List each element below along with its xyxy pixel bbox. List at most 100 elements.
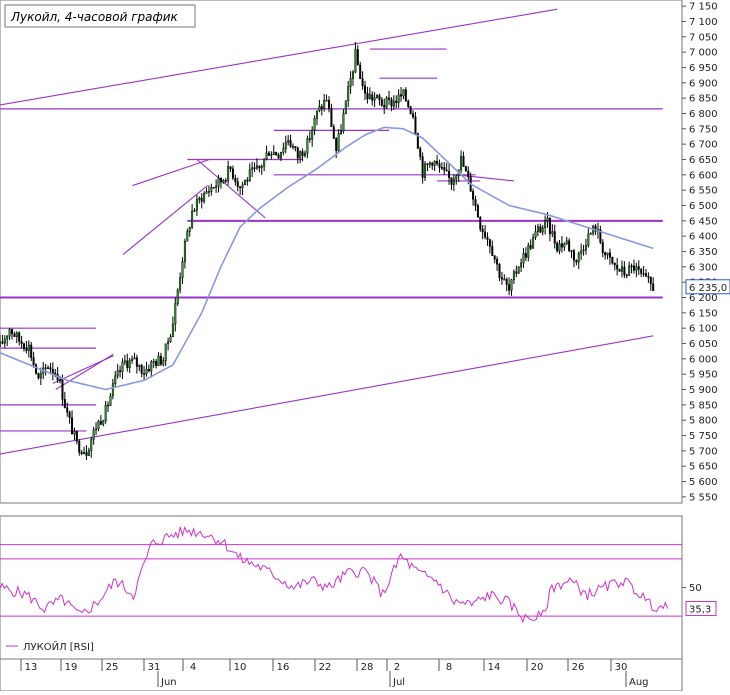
bear-candle <box>400 94 403 97</box>
bear-candle <box>625 274 628 277</box>
bear-candle <box>479 216 482 230</box>
bear-candle <box>229 166 232 170</box>
bear-candle <box>508 284 511 291</box>
bear-candle <box>99 421 102 425</box>
bear-candle <box>330 107 333 127</box>
price-tick-label: 5 650 <box>689 462 718 473</box>
bull-candle <box>164 343 167 361</box>
bull-candle <box>111 383 114 397</box>
bear-candle <box>488 239 491 247</box>
bear-candle <box>647 276 650 278</box>
bear-candle <box>440 167 443 169</box>
month-label: Jul <box>392 677 405 688</box>
bull-candle <box>344 100 347 114</box>
bull-candle <box>287 140 290 143</box>
bull-candle <box>606 252 609 256</box>
rsi-panel-frame <box>0 515 683 660</box>
bull-candle <box>157 355 160 366</box>
bull-candle <box>87 450 90 456</box>
bear-candle <box>301 151 304 157</box>
bull-candle <box>248 169 251 182</box>
bear-candle <box>481 228 484 233</box>
price-tick-label: 6 650 <box>689 155 718 166</box>
bull-candle <box>303 152 306 157</box>
bull-candle <box>183 241 186 262</box>
bear-candle <box>529 245 532 249</box>
bull-candle <box>546 217 549 221</box>
bear-candle <box>85 452 88 456</box>
bear-candle <box>467 170 470 178</box>
bull-candle <box>181 261 184 278</box>
price-tick-label: 6 050 <box>689 339 718 350</box>
bull-candle <box>44 367 47 369</box>
bear-candle <box>37 372 40 379</box>
bull-candle <box>128 360 131 368</box>
bear-candle <box>486 236 489 240</box>
bull-candle <box>255 165 258 169</box>
price-tick-label: 5 950 <box>689 370 718 381</box>
bull-candle <box>217 177 220 187</box>
day-label: 22 <box>319 662 332 673</box>
price-tick-label: 5 900 <box>689 385 718 396</box>
bull-candle <box>114 375 117 384</box>
bear-candle <box>412 113 415 118</box>
bear-candle <box>642 273 645 275</box>
bull-candle <box>424 163 427 178</box>
bull-candle <box>90 439 93 451</box>
bull-candle <box>522 253 525 264</box>
price-tick-label: 6 000 <box>689 354 718 365</box>
bull-candle <box>243 179 246 186</box>
bear-candle <box>147 369 150 372</box>
bear-candle <box>364 85 367 94</box>
bull-candle <box>541 227 544 233</box>
bull-candle <box>210 187 213 192</box>
bear-candle <box>1 341 4 344</box>
bear-candle <box>159 355 162 365</box>
bull-candle <box>354 49 357 73</box>
bear-candle <box>601 242 604 253</box>
bull-candle <box>589 233 592 235</box>
bear-candle <box>616 264 619 270</box>
bull-candle <box>265 152 268 160</box>
bear-candle <box>608 252 611 258</box>
price-tick-label: 5 700 <box>689 446 718 457</box>
bear-candle <box>493 255 496 260</box>
rsi-tick-label: 50 <box>689 583 702 594</box>
bull-candle <box>6 335 9 340</box>
bear-candle <box>445 169 448 172</box>
bull-candle <box>188 227 191 232</box>
bear-candle <box>296 147 299 159</box>
month-label: Aug <box>629 677 649 688</box>
bear-candle <box>464 166 467 172</box>
bear-candle <box>448 170 451 178</box>
price-tick-label: 6 950 <box>689 63 718 74</box>
bear-candle <box>568 240 571 251</box>
bear-candle <box>390 99 393 107</box>
bull-candle <box>27 344 30 351</box>
price-tick-label: 6 500 <box>689 201 718 212</box>
bear-candle <box>294 146 297 149</box>
day-label: 20 <box>531 662 544 673</box>
price-tick-label: 5 750 <box>689 431 718 442</box>
bull-candle <box>558 243 561 252</box>
price-tick-label: 6 150 <box>689 308 718 319</box>
bear-candle <box>618 268 621 272</box>
bull-candle <box>299 151 302 159</box>
price-tick-label: 6 200 <box>689 293 718 304</box>
bull-candle <box>376 95 379 98</box>
bull-candle <box>3 338 6 344</box>
bull-candle <box>179 277 182 291</box>
bear-candle <box>51 368 54 374</box>
day-label: 14 <box>488 662 501 673</box>
bear-candle <box>462 156 465 167</box>
bear-candle <box>25 348 28 351</box>
bull-candle <box>162 360 165 365</box>
bull-candle <box>397 94 400 104</box>
price-tick-label: 6 350 <box>689 247 718 258</box>
bull-candle <box>193 209 196 212</box>
bear-candle <box>219 177 222 183</box>
bull-candle <box>520 262 523 268</box>
bull-candle <box>260 166 263 169</box>
bull-candle <box>8 329 11 337</box>
bear-candle <box>407 100 410 107</box>
